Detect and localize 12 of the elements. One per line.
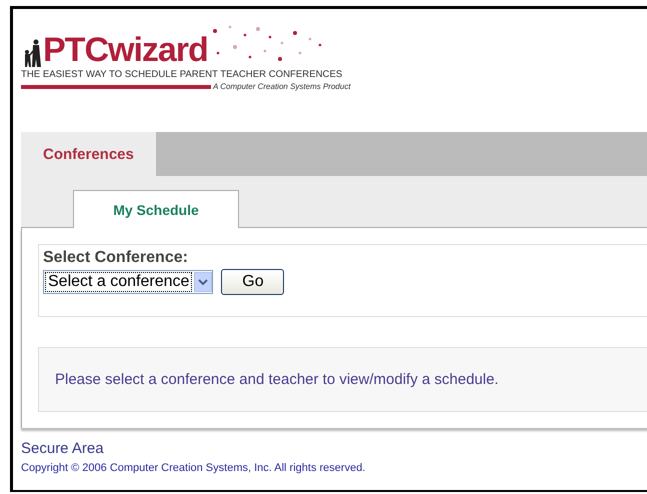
info-message: Please select a conference and teacher to view/modify a schedule.: [55, 371, 499, 388]
tab[interactable]: Conferences: [21, 132, 156, 176]
conference-select[interactable]: Select a conference: [43, 270, 214, 294]
field-label: Select Conference:: [43, 249, 188, 267]
logo-text: PTCwizard: [43, 33, 208, 67]
footer-title: Secure Area: [21, 440, 104, 457]
go-button[interactable]: Go: [221, 269, 284, 295]
parent-child-icon: [23, 39, 43, 67]
tagline: THE EASIEST WAY TO SCHEDULE PARENT TEACHER CONFERENCES: [21, 69, 344, 80]
copyright-text: Copyright © 2006 Computer Creation Systems, Inc. All rights reserved.: [21, 462, 366, 474]
tab[interactable]: My Schedule: [73, 190, 239, 228]
product-line: A Computer Creation Systems Product: [213, 82, 351, 91]
